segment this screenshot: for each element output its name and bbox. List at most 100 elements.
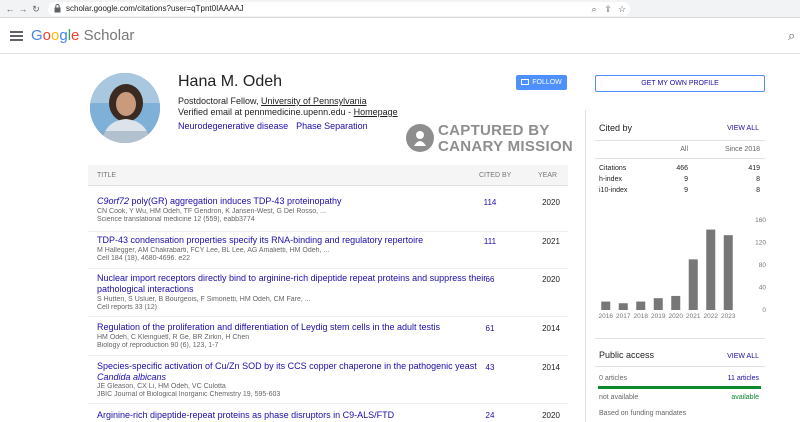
article-venue: Biology of reproduction 90 (6), 123, 1-7 bbox=[97, 342, 219, 349]
y-tick-label: 120 bbox=[755, 240, 766, 247]
y-tick-label: 0 bbox=[762, 307, 766, 314]
address-bar[interactable]: scholar.google.com/citations?user=qTpnt0… bbox=[48, 2, 630, 16]
x-tick-label: 2018 bbox=[634, 313, 649, 320]
article-title-link[interactable]: Arginine-rich dipeptide-repeat proteins … bbox=[97, 410, 487, 421]
cited-by-count[interactable]: 111 bbox=[475, 237, 505, 247]
not-available-count[interactable]: 0 articles bbox=[599, 374, 627, 383]
article-title-link[interactable]: Nuclear import receptors directly bind t… bbox=[97, 273, 487, 295]
cited-by-count[interactable]: 66 bbox=[475, 275, 505, 285]
interest-link[interactable]: Neurodegenerative disease bbox=[178, 121, 288, 131]
public-access-bar bbox=[598, 386, 761, 389]
zoom-icon[interactable]: ⌕ bbox=[588, 3, 600, 15]
x-tick-label: 2017 bbox=[616, 313, 631, 320]
article-title-link[interactable]: Regulation of the proliferation and diff… bbox=[97, 322, 487, 333]
profile-affiliation: Postdoctoral Fellow, University of Penns… bbox=[178, 96, 367, 107]
url-text: scholar.google.com/citations?user=qTpnt0… bbox=[66, 4, 244, 13]
research-interests: Neurodegenerative disease Phase Separatio… bbox=[178, 121, 376, 132]
col-since-header: Since 2018 bbox=[724, 146, 760, 153]
public-access-view-all-link[interactable]: VIEW ALL bbox=[699, 352, 759, 361]
table-row: Arginine-rich dipeptide-repeat proteins … bbox=[97, 410, 567, 422]
article-venue: Cell reports 33 (12) bbox=[97, 304, 157, 311]
cited-by-count[interactable]: 61 bbox=[475, 324, 505, 334]
search-icon[interactable]: ⌕ bbox=[788, 28, 795, 44]
citation-bar-2017[interactable] bbox=[618, 303, 628, 310]
follow-button[interactable]: FOLLOW bbox=[516, 75, 567, 90]
available-label: available bbox=[731, 394, 759, 401]
public-access-title: Public access bbox=[599, 350, 655, 360]
metric-label[interactable]: i10-index bbox=[599, 186, 627, 195]
position-text: Postdoctoral Fellow, bbox=[178, 96, 262, 106]
google-scholar-logo[interactable]: Google Scholar bbox=[31, 27, 134, 45]
interest-link[interactable]: Phase Separation bbox=[296, 121, 368, 131]
article-authors: HM Odeh, C Kleinguetl, R Ge, BR Zirkin, … bbox=[97, 334, 250, 341]
envelope-icon bbox=[521, 79, 530, 85]
metric-all: 9 bbox=[684, 176, 688, 183]
article-authors: CN Cook, Y Wu, HM Odeh, TF Gendron, K Ja… bbox=[97, 208, 326, 215]
profile-email: Verified email at pennmedicine.upenn.edu… bbox=[178, 107, 398, 118]
citation-bar-2021[interactable] bbox=[688, 259, 698, 310]
table-row: Nuclear import receptors directly bind t… bbox=[97, 273, 567, 317]
metric-all: 466 bbox=[676, 165, 688, 172]
citation-bar-2018[interactable] bbox=[636, 301, 646, 310]
article-venue: Cell 184 (18), 4680-4696. e22 bbox=[97, 255, 191, 262]
article-venue: Science translational medicine 12 (559),… bbox=[97, 216, 255, 223]
back-icon[interactable]: ← bbox=[4, 3, 16, 15]
title-column-header[interactable]: TITLE bbox=[97, 171, 116, 180]
cited-by-view-all-link[interactable]: VIEW ALL bbox=[699, 124, 759, 133]
year-column-header[interactable]: YEAR bbox=[538, 171, 557, 180]
email-text: Verified email at pennmedicine.upenn.edu… bbox=[178, 107, 354, 117]
share-icon[interactable]: ⇪ bbox=[602, 3, 614, 15]
table-row: Regulation of the proliferation and diff… bbox=[97, 322, 567, 354]
table-row: TDP-43 condensation properties specify i… bbox=[97, 235, 567, 267]
metric-label[interactable]: Citations bbox=[599, 164, 626, 173]
get-my-own-profile-button[interactable]: GET MY OWN PROFILE bbox=[595, 75, 765, 92]
y-tick-label: 80 bbox=[759, 262, 767, 269]
cited-by-column-header[interactable]: CITED BY bbox=[479, 171, 511, 180]
avatar bbox=[90, 73, 160, 143]
sidebar-divider bbox=[585, 110, 586, 422]
article-authors: S Hutten, S Usluer, B Bourgeois, F Simon… bbox=[97, 296, 311, 303]
col-all-header: All bbox=[680, 146, 688, 153]
article-title-link[interactable]: C9orf72 poly(GR) aggregation induces TDP… bbox=[97, 196, 487, 207]
available-count[interactable]: 11 articles bbox=[699, 374, 759, 383]
row-divider bbox=[88, 403, 568, 404]
metric-since: 419 bbox=[748, 165, 760, 172]
metric-label[interactable]: h-index bbox=[599, 175, 622, 184]
citation-bar-2020[interactable] bbox=[671, 295, 681, 310]
follow-label: FOLLOW bbox=[532, 79, 562, 86]
y-tick-label: 40 bbox=[759, 285, 767, 292]
citation-bar-2019[interactable] bbox=[653, 298, 663, 310]
watermark-line-2: CANARY MISSION bbox=[438, 138, 574, 155]
citation-bar-2016[interactable] bbox=[601, 301, 611, 310]
citations-bar-chart: 0 40 80 120 160 2016 2017 2018 2019 2020 2021 2022 2… bbox=[599, 217, 767, 320]
article-year: 2014 bbox=[542, 363, 560, 372]
citation-bar-2023[interactable] bbox=[723, 235, 733, 310]
scholar-header: Google Scholar ⌕ bbox=[0, 18, 800, 54]
watermark: CAPTURED BY CANARY MISSION bbox=[406, 122, 576, 156]
article-year: 2021 bbox=[542, 237, 560, 246]
forward-icon[interactable]: → bbox=[17, 3, 29, 15]
reload-icon[interactable]: ↻ bbox=[30, 3, 42, 15]
x-tick-label: 2019 bbox=[651, 313, 666, 320]
cited-by-title: Cited by bbox=[599, 123, 633, 133]
cited-by-count[interactable]: 114 bbox=[475, 198, 505, 208]
browser-toolbar: ← → ↻ scholar.google.com/citations?user=… bbox=[0, 0, 800, 18]
article-year: 2020 bbox=[542, 198, 560, 207]
logo-scholar-text: Scholar bbox=[83, 27, 135, 44]
article-venue: JBIC Journal of Biological Inorganic Che… bbox=[97, 391, 281, 398]
menu-icon[interactable] bbox=[10, 31, 23, 41]
x-tick-label: 2023 bbox=[721, 313, 736, 320]
cited-by-count[interactable]: 43 bbox=[475, 363, 505, 373]
metric-since: 8 bbox=[756, 176, 760, 183]
article-title-link[interactable]: Species-specific activation of Cu/Zn SOD… bbox=[97, 361, 487, 383]
watermark-logo bbox=[406, 124, 434, 152]
cited-by-count[interactable]: 24 bbox=[475, 411, 505, 421]
watermark-line-1: CAPTURED BY bbox=[438, 122, 550, 139]
divider bbox=[595, 366, 765, 367]
homepage-link[interactable]: Homepage bbox=[354, 107, 398, 117]
citation-bar-2022[interactable] bbox=[706, 229, 716, 310]
affiliation-link[interactable]: University of Pennsylvania bbox=[261, 96, 367, 106]
article-title-link[interactable]: TDP-43 condensation properties specify i… bbox=[97, 235, 487, 246]
bookmark-star-icon[interactable]: ☆ bbox=[616, 3, 628, 15]
lock-icon bbox=[54, 4, 61, 13]
